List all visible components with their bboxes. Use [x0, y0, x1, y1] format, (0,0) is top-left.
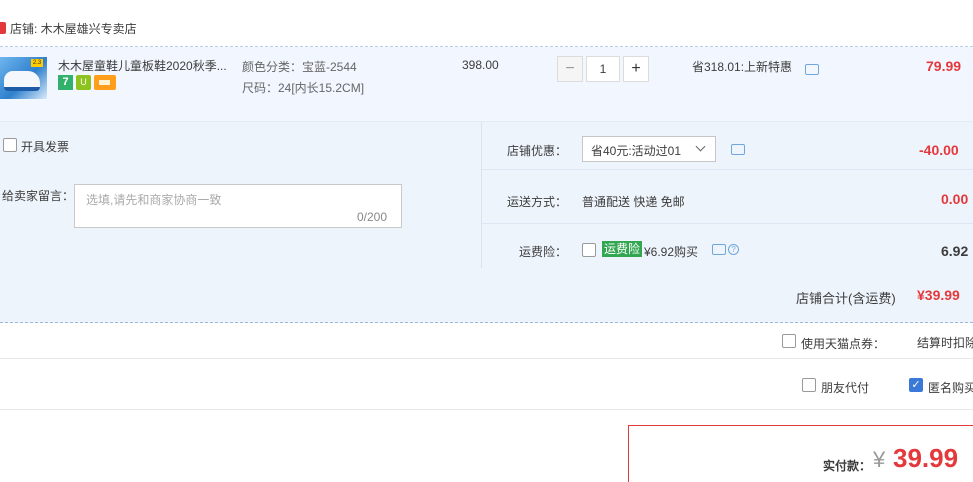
shop-discount-selected: 省40元:活动过01 — [591, 144, 682, 158]
quantity-stepper: − 1 + — [557, 56, 649, 82]
note-char-count: 0/200 — [357, 210, 388, 224]
friend-pay-label[interactable]: 朋友代付 — [821, 379, 869, 396]
divider — [0, 409, 973, 410]
shop-summary-value: ¥39.99 — [917, 287, 960, 303]
seven-day-return-icon[interactable]: 7 — [58, 75, 73, 90]
shop-header — [0, 0, 973, 47]
sku-color: 颜色分类：宝蓝-2544 — [242, 60, 357, 74]
note-label: 给卖家留言： — [2, 189, 75, 203]
shoe-image — [4, 71, 40, 91]
insurance-tag: 运费险 — [602, 241, 643, 257]
chat-icon[interactable] — [731, 144, 745, 155]
insurance-price: ¥6.92购买 — [644, 245, 699, 259]
payment-currency: ¥ — [873, 447, 886, 472]
invoice-label[interactable]: 开具发票 — [21, 138, 69, 155]
qty-decrease-button[interactable]: − — [557, 56, 583, 82]
note-placeholder: 选填,请先和商家协商一致 — [86, 193, 222, 207]
insurance-label: 运费险： — [519, 245, 568, 259]
shop-discount-label: 店铺优惠： — [507, 144, 568, 158]
item-total: 79.99 — [926, 58, 962, 74]
coupon-checkbox[interactable] — [782, 334, 796, 348]
savings-text: 省318.01:上新特惠 — [692, 60, 793, 74]
coupon-note: 结算时扣除 — [917, 336, 973, 350]
thumbnail-badge: 2.3 — [31, 59, 43, 67]
shop-icon — [0, 22, 6, 34]
qty-increase-button[interactable]: + — [623, 56, 649, 82]
payment-total: 39.99 — [893, 443, 959, 473]
product-title-link[interactable]: 木木屋童鞋儿童板鞋2020秋季... — [58, 57, 234, 74]
insurance-checkbox[interactable] — [582, 243, 596, 257]
chat-icon[interactable] — [805, 64, 819, 75]
coupon-label[interactable]: 使用天猫点券： — [801, 335, 885, 352]
options-divider — [481, 122, 482, 268]
qty-input[interactable]: 1 — [586, 56, 620, 82]
shop-name-link[interactable]: 店铺: 木木屋雄兴专卖店 — [10, 20, 137, 37]
shipping-method: 普通配送 快递 免邮 — [582, 195, 685, 209]
unit-price: 398.00 — [462, 58, 499, 72]
shop-summary-label: 店铺合计(含运费) — [796, 291, 896, 306]
guarantee-shield-icon[interactable]: U — [76, 75, 91, 90]
insurance-cost: 6.92 — [941, 243, 969, 259]
friend-pay-checkbox[interactable] — [802, 378, 816, 392]
anonymous-checkbox[interactable]: ✓ — [909, 378, 923, 392]
shop-discount-value: -40.00 — [919, 142, 959, 158]
invoice-checkbox[interactable] — [3, 138, 17, 152]
shipping-label: 运送方式： — [507, 195, 568, 209]
service-badges: 7 U — [58, 75, 116, 93]
payment-label: 实付款： — [823, 459, 872, 473]
shipping-cost: 0.00 — [941, 191, 969, 207]
sku-size: 尺码：24[内长15.2CM] — [242, 81, 365, 95]
divider — [0, 358, 973, 359]
credit-card-icon[interactable] — [94, 75, 116, 90]
chat-icon[interactable] — [712, 244, 726, 255]
help-icon[interactable]: ? — [728, 244, 739, 255]
row-divider — [482, 169, 973, 170]
anonymous-label[interactable]: 匿名购买 — [928, 379, 973, 396]
row-divider — [482, 223, 973, 224]
